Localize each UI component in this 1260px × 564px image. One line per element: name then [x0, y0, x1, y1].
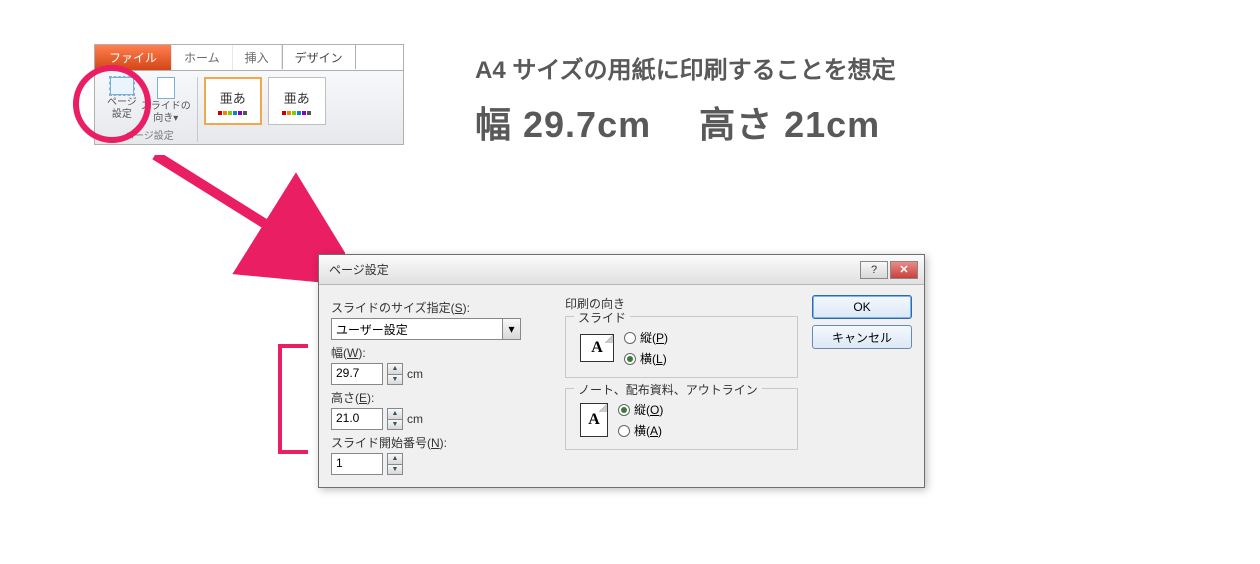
theme-sample-text: 亜あ — [220, 88, 246, 107]
orientation-icon — [157, 77, 175, 99]
height-unit: cm — [407, 412, 423, 426]
annotation-line-1: A4 サイズの用紙に印刷することを想定 — [475, 50, 896, 85]
spin-down-icon[interactable]: ▼ — [388, 420, 402, 430]
notes-legend: ノート、配布資料、アウトライン — [574, 381, 762, 398]
orientation-label-2: 向き▾ — [153, 113, 178, 124]
notes-landscape-radio[interactable] — [618, 425, 630, 437]
page-setup-icon — [110, 77, 134, 95]
notes-portrait-radio[interactable] — [618, 404, 630, 416]
spin-up-icon[interactable]: ▲ — [388, 364, 402, 375]
landscape-label: 横(L) — [640, 350, 667, 367]
dialog-titlebar[interactable]: ページ設定 ? ✕ — [319, 255, 924, 285]
help-button[interactable]: ? — [860, 261, 888, 279]
annotation-width: 幅 29.7cm — [475, 104, 651, 145]
bracket-icon — [278, 344, 308, 454]
height-spinner[interactable]: ▲▼ — [387, 408, 403, 430]
slide-size-value: ユーザー設定 — [332, 319, 502, 339]
color-strip-icon — [282, 111, 311, 115]
ribbon-group-page-setup: ページ設定 スライドの向き▾ ページ設定 — [101, 77, 198, 142]
page-setup-button[interactable]: ページ設定 — [107, 77, 137, 125]
slide-landscape-radio[interactable] — [624, 353, 636, 365]
ribbon-group-themes: 亜あ 亜あ — [198, 77, 332, 142]
height-label: 高さ(E): — [331, 389, 551, 406]
ribbon-tabs: ファイル ホーム 挿入 デザイン — [95, 45, 403, 71]
ribbon-group-label: ページ設定 — [124, 127, 174, 142]
portrait-label: 縦(P) — [640, 329, 668, 346]
spin-up-icon[interactable]: ▲ — [388, 454, 402, 465]
page-setup-label-1: ページ — [107, 97, 137, 108]
ribbon: ファイル ホーム 挿入 デザイン ページ設定 スライドの向き▾ ページ設定 亜あ — [94, 44, 404, 145]
notes-landscape-label: 横(A) — [634, 422, 662, 439]
start-number-label: スライド開始番号(N): — [331, 434, 551, 451]
slide-portrait-radio[interactable] — [624, 332, 636, 344]
annotation-line-2: 幅 29.7cm 高さ 21cm — [475, 96, 880, 148]
notes-portrait-label: 縦(O) — [634, 401, 663, 418]
width-spinner[interactable]: ▲▼ — [387, 363, 403, 385]
ok-button[interactable]: OK — [812, 295, 912, 319]
page-setup-label-2: 設定 — [112, 109, 132, 120]
portrait-preview-icon: A — [580, 403, 608, 437]
ribbon-body: ページ設定 スライドの向き▾ ページ設定 亜あ 亜あ — [95, 71, 403, 144]
slide-orientation-button[interactable]: スライドの向き▾ — [141, 77, 191, 125]
tab-design[interactable]: デザイン — [282, 44, 356, 69]
spin-down-icon[interactable]: ▼ — [388, 375, 402, 385]
dropdown-icon[interactable]: ▾ — [502, 319, 520, 339]
color-strip-icon — [218, 111, 247, 115]
tab-file[interactable]: ファイル — [95, 45, 172, 70]
spin-down-icon[interactable]: ▼ — [388, 465, 402, 475]
slide-size-select[interactable]: ユーザー設定 ▾ — [331, 318, 521, 340]
spin-up-icon[interactable]: ▲ — [388, 409, 402, 420]
start-number-spinner[interactable]: ▲▼ — [387, 453, 403, 475]
theme-sample-text: 亜あ — [284, 88, 310, 107]
page-setup-dialog: ページ設定 ? ✕ スライドのサイズ指定(S): ユーザー設定 ▾ 幅(W): … — [318, 254, 925, 488]
annotation-height: 高さ 21cm — [699, 104, 880, 145]
landscape-preview-icon: A — [580, 334, 614, 362]
notes-orientation-group: ノート、配布資料、アウトライン A 縦(O) 横(A) — [565, 388, 798, 450]
tab-insert[interactable]: 挿入 — [233, 45, 282, 70]
slides-legend: スライド — [574, 309, 630, 326]
theme-thumbnail-1[interactable]: 亜あ — [204, 77, 262, 125]
slide-size-label: スライドのサイズ指定(S): — [331, 299, 551, 316]
height-input[interactable]: 21.0 — [331, 408, 383, 430]
close-button[interactable]: ✕ — [890, 261, 918, 279]
slides-orientation-group: スライド A 縦(P) 横(L) — [565, 316, 798, 378]
theme-thumbnail-2[interactable]: 亜あ — [268, 77, 326, 125]
cancel-button[interactable]: キャンセル — [812, 325, 912, 349]
width-input[interactable]: 29.7 — [331, 363, 383, 385]
width-label: 幅(W): — [331, 344, 551, 361]
tab-home[interactable]: ホーム — [172, 45, 233, 70]
start-number-input[interactable]: 1 — [331, 453, 383, 475]
arrow-icon — [145, 155, 345, 285]
dialog-title: ページ設定 — [329, 261, 858, 278]
orientation-label-1: スライドの — [141, 101, 191, 112]
width-unit: cm — [407, 367, 423, 381]
